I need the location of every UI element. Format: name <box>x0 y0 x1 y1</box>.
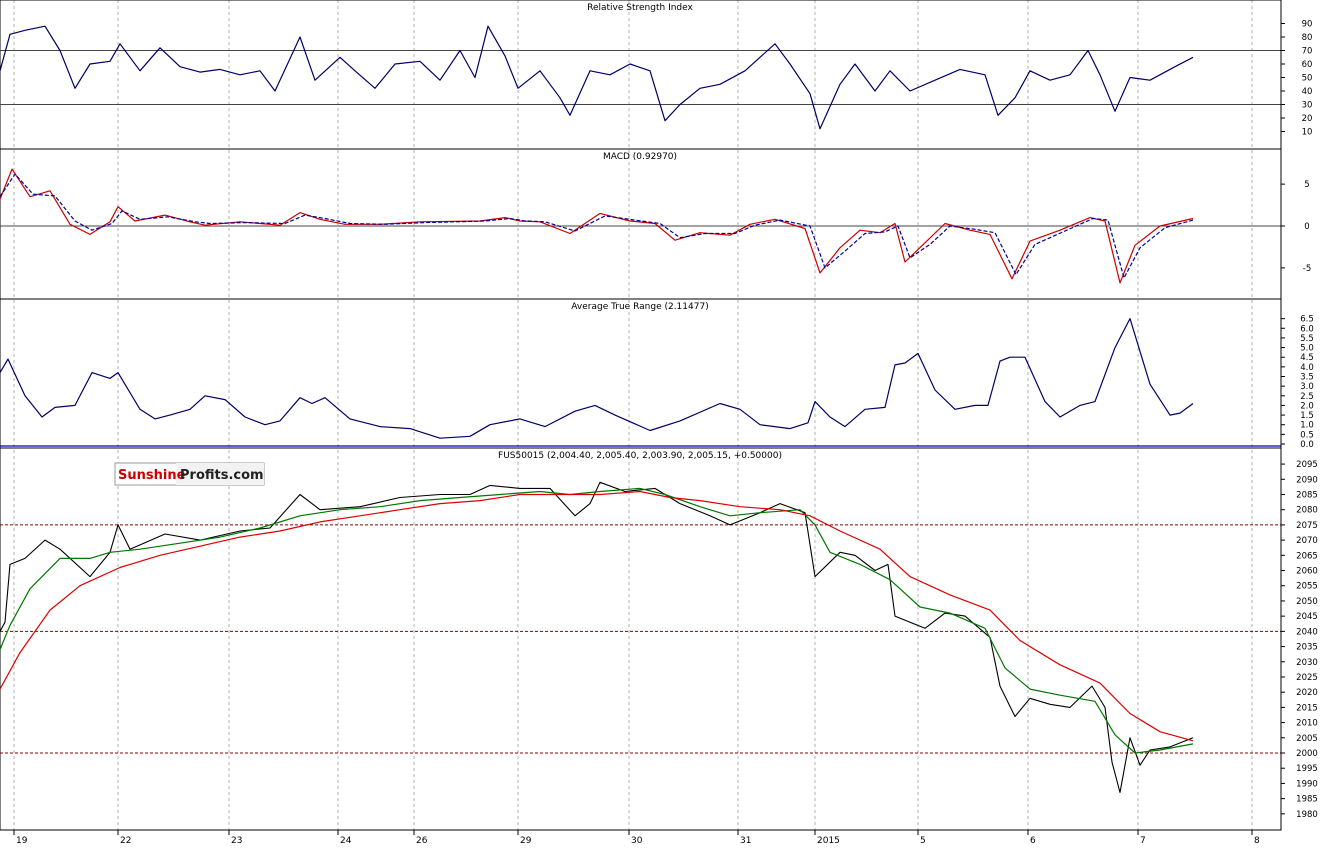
panel-title: Relative Strength Index <box>587 3 693 13</box>
y-tick-label: 80 <box>1302 33 1313 43</box>
y-tick-label: 2.0 <box>1300 401 1314 411</box>
y-tick-label: 4.0 <box>1300 363 1314 373</box>
y-tick-label: 1980 <box>1296 810 1318 820</box>
panel-title: MACD (0.92970) <box>603 152 677 162</box>
y-tick-label: -5 <box>1303 264 1311 274</box>
y-tick-label: 70 <box>1302 47 1313 57</box>
y-tick-label: 6.0 <box>1300 324 1314 334</box>
brand-part2: Profits.com <box>180 468 264 483</box>
y-tick-label: 5 <box>1304 180 1309 190</box>
y-tick-label: 1990 <box>1296 779 1318 789</box>
y-tick-label: 2020 <box>1296 688 1318 698</box>
chart-root: Relative Strength Index MACD (0.92970) Ave… <box>0 0 1320 846</box>
y-tick-label: 2.5 <box>1300 392 1314 402</box>
x-tick-label: 23 <box>231 836 242 844</box>
y-tick-label: 5.0 <box>1300 344 1314 354</box>
y-tick-label: 60 <box>1302 60 1313 70</box>
y-tick-label: 2050 <box>1296 597 1318 607</box>
y-tick-label: 6.5 <box>1300 315 1314 325</box>
y-tick-label: 2085 <box>1296 490 1318 500</box>
y-tick-label: 2075 <box>1296 521 1318 531</box>
chart-svg: Relative Strength Index MACD (0.92970) Ave… <box>0 0 1320 846</box>
x-tick-label: 29 <box>520 836 532 844</box>
y-tick-label: 2055 <box>1296 582 1318 592</box>
y-tick-label: 2040 <box>1296 627 1318 637</box>
y-tick-label: 2065 <box>1296 551 1318 561</box>
x-tick-label: 7 <box>1140 836 1146 844</box>
y-tick-label: 3.5 <box>1300 373 1314 383</box>
y-tick-label: 5.5 <box>1300 334 1314 344</box>
x-tick-label: 5 <box>920 836 926 844</box>
y-tick-label: 4.5 <box>1300 353 1314 363</box>
x-tick-label: 19 <box>16 836 28 844</box>
y-tick-label: 1.0 <box>1300 421 1314 431</box>
y-tick-label: 0 <box>1304 222 1309 232</box>
x-tick-label: 30 <box>631 836 643 844</box>
y-tick-label: 2095 <box>1296 460 1318 470</box>
brand-part1: Sunshine <box>118 468 186 483</box>
y-tick-label: 2010 <box>1296 719 1318 729</box>
x-tick-label: 8 <box>1254 836 1260 844</box>
y-tick-label: 3.0 <box>1300 382 1314 392</box>
y-tick-label: 90 <box>1302 20 1313 30</box>
y-tick-label: 2035 <box>1296 643 1318 653</box>
panel-title: FUS50015 (2,004.40, 2,005.40, 2,003.90, … <box>498 451 782 461</box>
y-tick-label: 1.5 <box>1300 411 1314 421</box>
y-tick-label: 2080 <box>1296 506 1318 516</box>
x-tick-label: 26 <box>416 836 428 844</box>
y-tick-label: 2070 <box>1296 536 1318 546</box>
brand-logo: Sunshine Profits.com <box>114 462 265 486</box>
y-tick-label: 30 <box>1302 101 1313 111</box>
x-tick-label: 6 <box>1030 836 1036 844</box>
x-tick-label: 31 <box>740 836 751 844</box>
y-tick-label: 0.5 <box>1300 430 1314 440</box>
y-tick-label: 2015 <box>1296 703 1318 713</box>
x-tick-label: 2015 <box>817 836 840 844</box>
y-tick-label: 2060 <box>1296 567 1318 577</box>
y-tick-label: 50 <box>1302 74 1313 84</box>
y-tick-label: 2025 <box>1296 673 1318 683</box>
y-tick-label: 20 <box>1302 114 1313 124</box>
y-tick-label: 1985 <box>1296 795 1318 805</box>
x-tick-label: 24 <box>340 836 352 844</box>
panel-title: Average True Range (2.11477) <box>571 302 708 312</box>
y-tick-label: 40 <box>1302 87 1313 97</box>
y-tick-label: 1995 <box>1296 764 1318 774</box>
y-tick-label: 2005 <box>1296 734 1318 744</box>
y-tick-label: 2090 <box>1296 475 1318 485</box>
y-tick-label: 2045 <box>1296 612 1318 622</box>
y-tick-label: 10 <box>1302 128 1313 138</box>
background <box>0 0 1320 844</box>
y-tick-label: 2000 <box>1296 749 1318 759</box>
y-tick-label: 2030 <box>1296 658 1318 668</box>
y-tick-label: 0.0 <box>1300 440 1314 450</box>
x-tick-label: 22 <box>120 836 131 844</box>
